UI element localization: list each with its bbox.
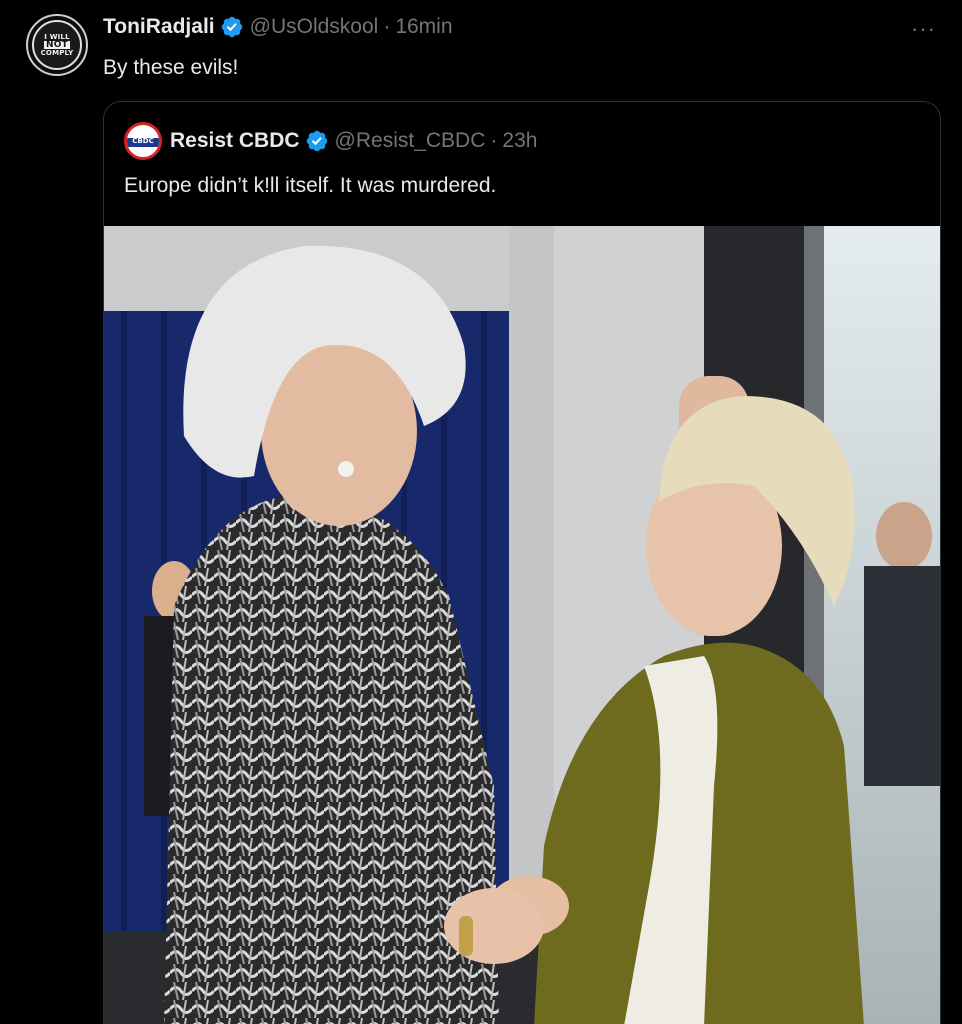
separator-dot: · [490, 129, 498, 152]
quoted-tweet-card[interactable]: CBDC Resist CBDC @Resist_CBDC · 23h Euro… [103, 101, 941, 1024]
avatar-logo-icon: I WILL NOT COMPLY [32, 20, 82, 70]
quoted-author-avatar[interactable]: CBDC [124, 122, 162, 160]
quoted-tweet-text: Europe didn’t k!ll itself. It was murder… [124, 174, 497, 197]
verified-badge-icon[interactable] [305, 129, 329, 153]
quoted-author-display-name[interactable]: Resist CBDC [170, 129, 300, 153]
tweet: I WILL NOT COMPLY ToniRadjali @UsOldskoo… [0, 0, 962, 1024]
quoted-avatar-text: CBDC [132, 137, 154, 145]
author-display-name[interactable]: ToniRadjali [103, 15, 215, 39]
tweet-timestamp[interactable]: 16min [395, 15, 452, 39]
verified-badge-icon[interactable] [220, 15, 244, 39]
quoted-tweet-photo[interactable] [104, 226, 941, 1024]
avatar-text-line: COMPLY [40, 49, 74, 57]
tweet-header: ToniRadjali @UsOldskool · 16min [103, 15, 453, 39]
quoted-tweet-timestamp[interactable]: 23h [502, 129, 537, 153]
tweet-text: By these evils! [103, 56, 239, 79]
author-handle[interactable]: @UsOldskool [250, 15, 379, 39]
author-avatar[interactable]: I WILL NOT COMPLY [26, 14, 88, 76]
avatar-text-line: NOT [44, 40, 70, 50]
more-options-icon[interactable]: ··· [911, 16, 936, 42]
quoted-author-handle[interactable]: @Resist_CBDC [335, 129, 486, 153]
quoted-tweet-header: CBDC Resist CBDC @Resist_CBDC · 23h [124, 122, 537, 160]
separator-dot: · [383, 15, 391, 38]
